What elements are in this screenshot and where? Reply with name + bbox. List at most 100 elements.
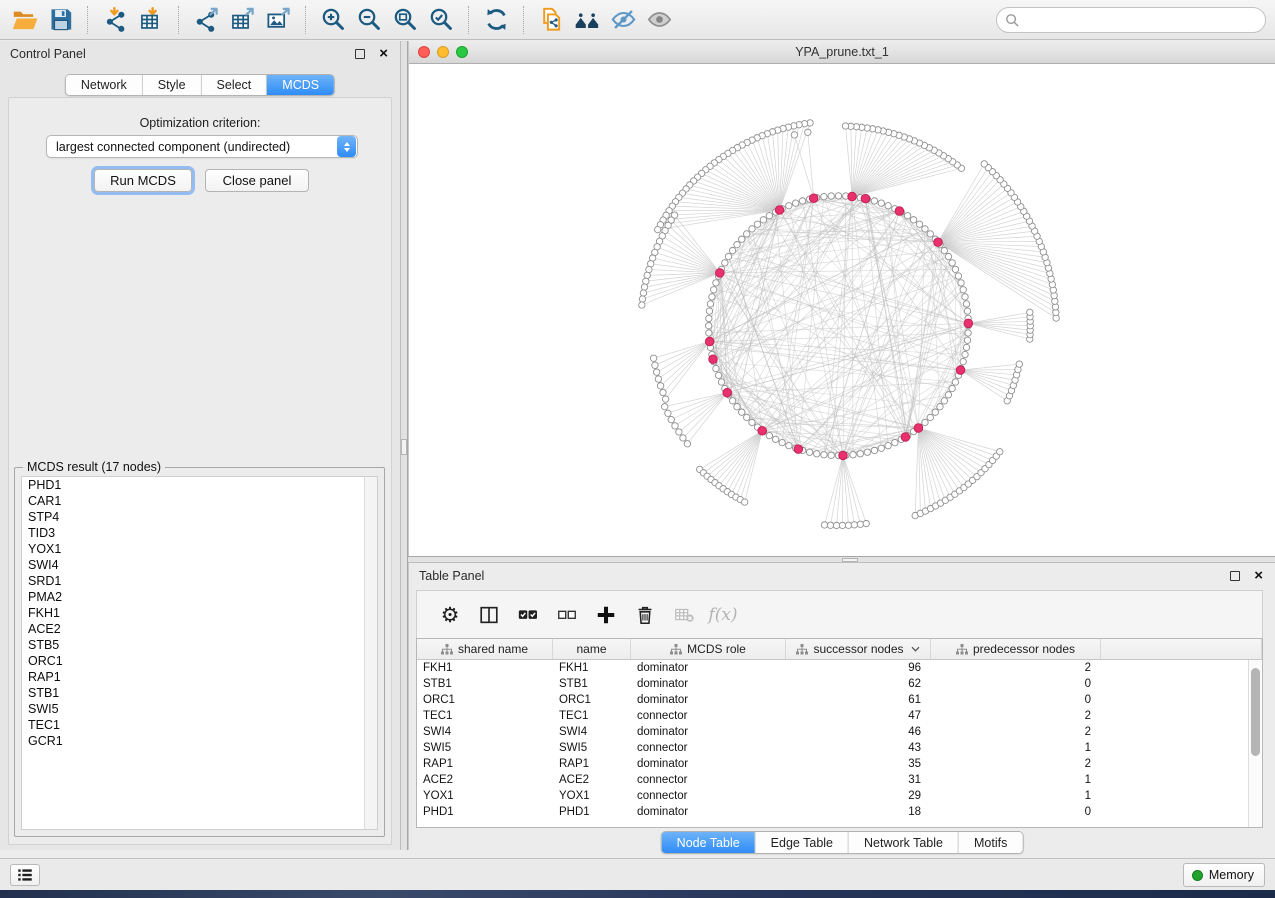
network-canvas[interactable] [409, 64, 1275, 555]
import-network-button[interactable] [97, 4, 133, 36]
tab-mcds[interactable]: MCDS [267, 75, 334, 95]
cell-predecessor-nodes: 1 [931, 772, 1101, 788]
vertical-splitter[interactable] [400, 41, 408, 850]
table-row[interactable]: SWI4SWI4dominator462 [417, 724, 1248, 740]
result-list-scrollbar[interactable] [364, 477, 377, 829]
network-edges [642, 123, 1056, 526]
mcds-result-node[interactable]: GCR1 [22, 733, 377, 749]
zoom-in-button[interactable] [315, 4, 351, 36]
select-all-button[interactable] [513, 600, 543, 630]
delete-table-button[interactable] [669, 600, 699, 630]
memory-button[interactable]: Memory [1183, 863, 1265, 887]
new-network-from-selection-button[interactable] [533, 4, 569, 36]
settings-button[interactable]: ⚙ [435, 600, 465, 630]
export-network-button[interactable] [188, 4, 224, 36]
column-header-predecessor-nodes[interactable]: predecessor nodes [931, 639, 1101, 659]
vertical-splitter-handle[interactable] [401, 439, 407, 455]
search-input[interactable] [1020, 10, 1265, 30]
window-zoom-traffic-light[interactable] [456, 46, 468, 58]
add-column-button[interactable] [591, 600, 621, 630]
cell-successor-nodes: 61 [786, 692, 931, 708]
table-row[interactable]: ACE2ACE2connector311 [417, 772, 1248, 788]
table-scrollbar-thumb[interactable] [1251, 668, 1260, 756]
table-row[interactable]: ORC1ORC1dominator610 [417, 692, 1248, 708]
tab-network[interactable]: Network [66, 75, 143, 95]
close-panel-icon[interactable]: × [379, 49, 388, 59]
first-neighbors-button[interactable] [569, 4, 605, 36]
cell-shared-name: YOX1 [417, 788, 553, 804]
open-file-button[interactable] [6, 4, 42, 36]
mcds-result-node[interactable]: CAR1 [22, 493, 377, 509]
show-all-icon [646, 6, 673, 33]
float-table-panel-icon[interactable] [1230, 571, 1240, 581]
table-row[interactable]: YOX1YOX1connector291 [417, 788, 1248, 804]
run-mcds-button[interactable]: Run MCDS [94, 169, 192, 192]
table-row[interactable]: SWI5SWI5connector431 [417, 740, 1248, 756]
mcds-result-node[interactable]: SWI5 [22, 701, 377, 717]
table-scrollbar[interactable] [1248, 660, 1262, 827]
mcds-result-node[interactable]: TEC1 [22, 717, 377, 733]
export-table-button[interactable] [224, 4, 260, 36]
table-row[interactable]: FKH1FKH1dominator962 [417, 660, 1248, 676]
function-builder-button[interactable]: f(x) [708, 600, 738, 630]
window-minimize-traffic-light[interactable] [437, 46, 449, 58]
tab-edge-table[interactable]: Edge Table [756, 832, 849, 853]
mcds-result-node[interactable]: STP4 [22, 509, 377, 525]
table-row[interactable]: RAP1RAP1dominator352 [417, 756, 1248, 772]
mcds-result-node[interactable]: PMA2 [22, 589, 377, 605]
float-panel-icon[interactable] [355, 49, 365, 59]
export-image-button[interactable] [260, 4, 296, 36]
zoom-selected-button[interactable] [423, 4, 459, 36]
mcds-result-node[interactable]: SWI4 [22, 557, 377, 573]
cell-predecessor-nodes: 0 [931, 676, 1101, 692]
delete-column-button[interactable] [630, 600, 660, 630]
tab-node-table[interactable]: Node Table [662, 832, 756, 853]
window-close-traffic-light[interactable] [418, 46, 430, 58]
mcds-result-node[interactable]: STB5 [22, 637, 377, 653]
import-table-button[interactable] [133, 4, 169, 36]
criterion-dropdown[interactable]: largest connected component (undirected) [46, 135, 358, 158]
cell-successor-nodes: 35 [786, 756, 931, 772]
column-header-MCDS-role[interactable]: MCDS role [631, 639, 786, 659]
table-row[interactable]: STB1STB1dominator620 [417, 676, 1248, 692]
table-row[interactable]: TEC1TEC1connector472 [417, 708, 1248, 724]
task-history-button[interactable] [10, 864, 40, 886]
split-view-button[interactable] [474, 600, 504, 630]
close-table-panel-icon[interactable]: × [1254, 571, 1263, 581]
search-box[interactable] [996, 7, 1266, 33]
column-header-name[interactable]: name [553, 639, 631, 659]
mcds-result-node[interactable]: TID3 [22, 525, 377, 541]
tab-select[interactable]: Select [202, 75, 268, 95]
export-network-icon [193, 6, 220, 33]
zoom-out-button[interactable] [351, 4, 387, 36]
cell-shared-name: PHD1 [417, 804, 553, 820]
mcds-result-node[interactable]: ACE2 [22, 621, 377, 637]
save-session-button[interactable] [42, 4, 78, 36]
mcds-result-node[interactable]: YOX1 [22, 541, 377, 557]
mcds-result-title: MCDS result (17 nodes) [23, 460, 165, 474]
cell-shared-name: FKH1 [417, 660, 553, 676]
mcds-result-node[interactable]: ORC1 [22, 653, 377, 669]
mcds-result-node[interactable]: RAP1 [22, 669, 377, 685]
mcds-result-node[interactable]: PHD1 [22, 477, 377, 493]
refresh-button[interactable] [478, 4, 514, 36]
close-panel-button[interactable]: Close panel [205, 169, 309, 192]
tab-style[interactable]: Style [143, 75, 202, 95]
zoom-fit-button[interactable] [387, 4, 423, 36]
toolbar-separator [178, 6, 179, 34]
tab-network-table[interactable]: Network Table [849, 832, 959, 853]
mcds-result-node[interactable]: STB1 [22, 685, 377, 701]
column-header-shared-name[interactable]: shared name [417, 639, 553, 659]
deselect-all-button[interactable] [552, 600, 582, 630]
mcds-result-node[interactable]: FKH1 [22, 605, 377, 621]
horizontal-splitter-handle[interactable] [842, 558, 858, 562]
hide-selected-button[interactable] [605, 4, 641, 36]
horizontal-splitter[interactable] [408, 556, 1275, 563]
cell-successor-nodes: 43 [786, 740, 931, 756]
delete-column-icon [634, 604, 656, 626]
table-row[interactable]: PHD1PHD1dominator180 [417, 804, 1248, 820]
column-header-successor-nodes[interactable]: successor nodes [786, 639, 931, 659]
mcds-result-node[interactable]: SRD1 [22, 573, 377, 589]
show-all-button[interactable] [641, 4, 677, 36]
tab-motifs[interactable]: Motifs [959, 832, 1022, 853]
